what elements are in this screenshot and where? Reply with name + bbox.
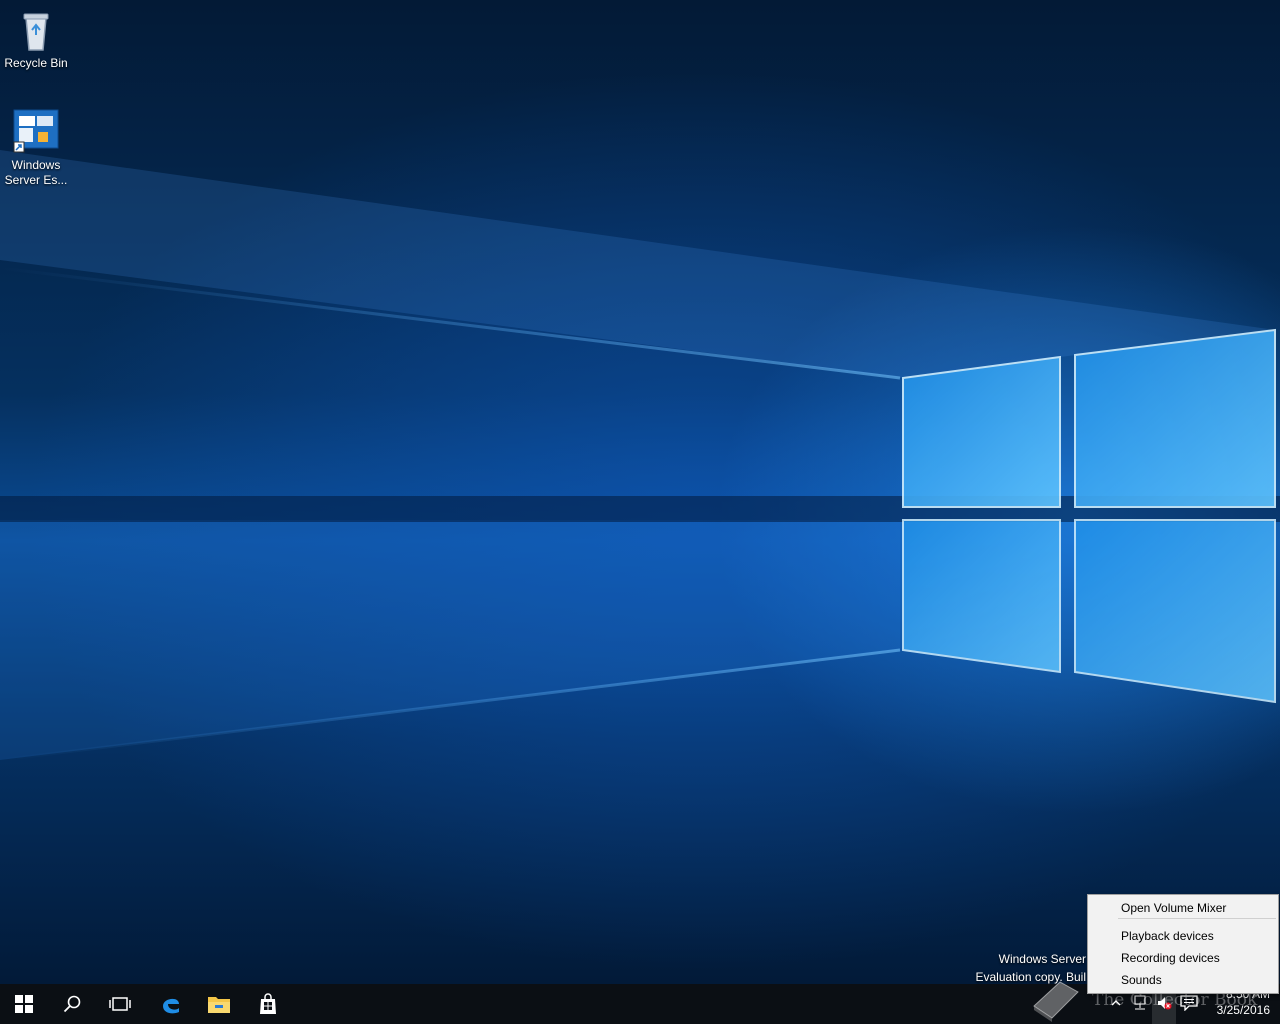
watermark-line: Windows Server xyxy=(998,952,1086,966)
windows-logo-light xyxy=(0,150,1280,762)
file-explorer-icon xyxy=(208,997,230,1013)
desktop-icon-windows-server-essentials[interactable]: Windows Server Es... xyxy=(0,108,72,188)
start-button[interactable] xyxy=(0,984,48,1024)
menu-item-open-volume-mixer[interactable]: Open Volume Mixer xyxy=(1121,898,1226,918)
desktop-icon-label: Windows xyxy=(11,158,61,172)
desktop-icon-label: Recycle Bin xyxy=(4,56,68,70)
edge-icon xyxy=(163,998,179,1014)
search-icon xyxy=(63,995,81,1013)
menu-item-sounds[interactable]: Sounds xyxy=(1121,970,1162,990)
store-icon xyxy=(260,993,276,1014)
search-button[interactable] xyxy=(48,984,96,1024)
book-logo-icon xyxy=(1033,981,1079,1022)
task-view-icon xyxy=(109,997,131,1011)
store-button[interactable] xyxy=(244,984,292,1024)
file-explorer-button[interactable] xyxy=(195,984,243,1024)
desktop-icon-recycle-bin[interactable]: Recycle Bin xyxy=(0,6,72,71)
recycle-bin-icon xyxy=(12,6,60,54)
task-view-button[interactable] xyxy=(96,984,144,1024)
menu-item-playback-devices[interactable]: Playback devices xyxy=(1121,926,1214,946)
volume-context-menu: Open Volume Mixer Playback devices Recor… xyxy=(1087,894,1279,994)
windows-start-icon xyxy=(15,995,33,1013)
windows-server-essentials-icon xyxy=(12,108,60,156)
desktop-icon-label: Server Es... xyxy=(4,173,68,187)
menu-separator xyxy=(1118,918,1276,919)
menu-item-recording-devices[interactable]: Recording devices xyxy=(1121,948,1220,968)
desktop-wallpaper xyxy=(0,0,1280,984)
edge-button[interactable] xyxy=(147,984,195,1024)
